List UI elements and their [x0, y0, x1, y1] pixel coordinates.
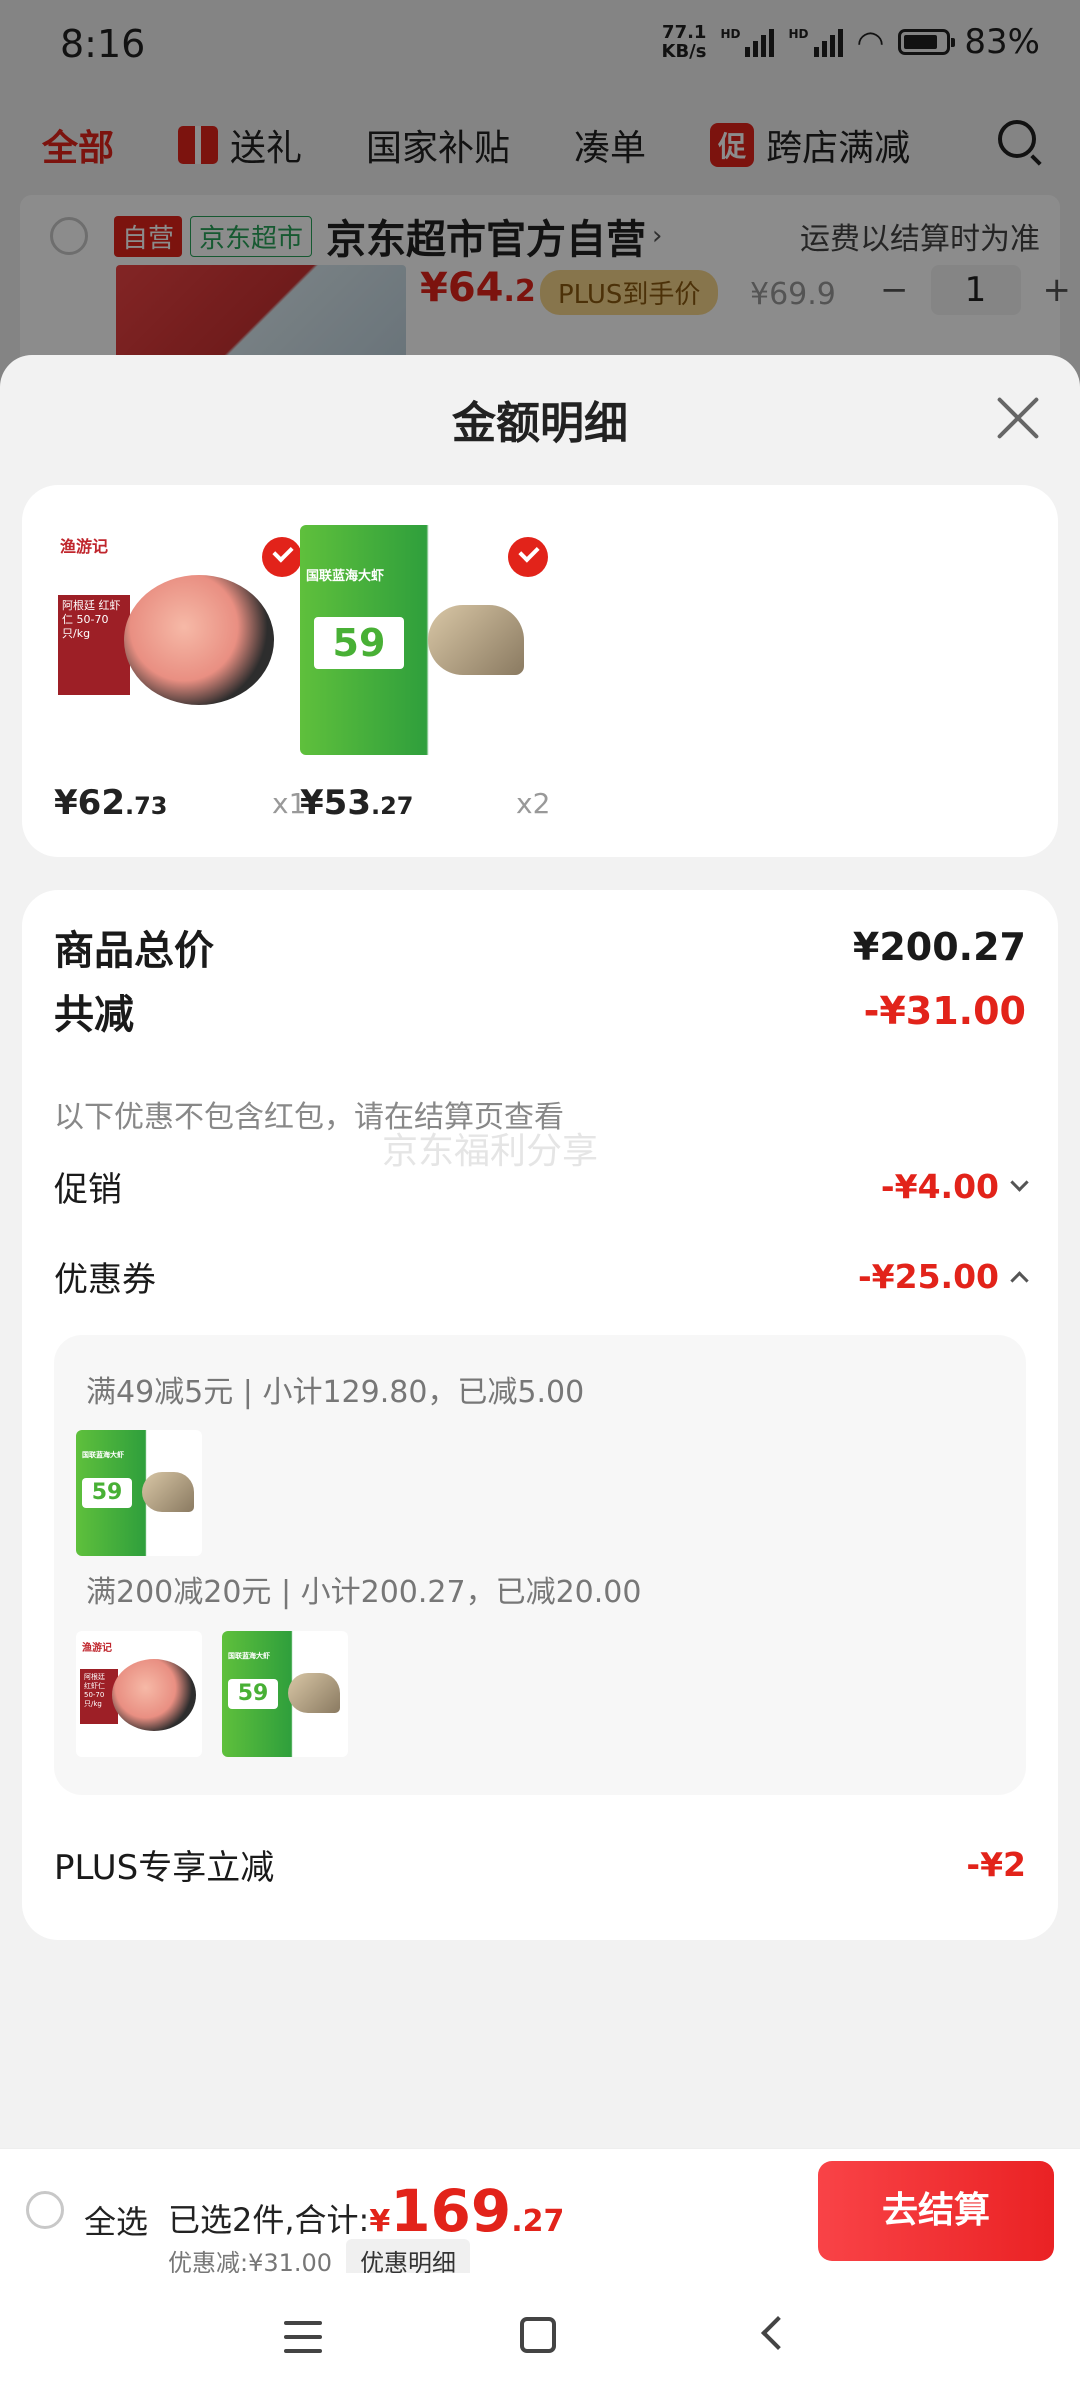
plus-discount-row: PLUS专享立减 -¥2	[54, 1840, 1026, 1889]
total-int: 169	[390, 2177, 512, 2245]
home-icon[interactable]	[520, 2317, 556, 2353]
select-all-radio[interactable]	[26, 2191, 64, 2229]
reduce-label: 共减	[54, 992, 134, 1038]
thumb-brand-logo: 渔游记	[82, 1643, 112, 1654]
product-image-1: 渔游记 阿根廷 红虾仁 50-70只/kg	[54, 525, 284, 755]
thumb-banner-label: 国联蓝海大虾	[82, 1451, 124, 1459]
thumb-shrimp-photo	[142, 1472, 194, 1512]
brand-logo: 渔游记	[60, 537, 109, 556]
coupon-value: -¥25.00	[857, 1257, 999, 1296]
checkout-total: ¥169.27	[369, 2177, 564, 2245]
shrimp-photo	[428, 605, 524, 675]
product-banner-label: 国联蓝海大虾	[306, 569, 385, 584]
total-label: 商品总价	[54, 928, 214, 974]
coupon-line-2: 满200减20元 | 小计200.27，已减20.00	[86, 1575, 642, 1610]
back-icon[interactable]	[761, 2316, 795, 2350]
product-price-1: ¥62.73	[54, 783, 168, 823]
total-value: ¥200.27	[852, 925, 1026, 969]
thumb-banner-price: 59	[82, 1478, 132, 1508]
thumb-plate-image	[112, 1659, 196, 1731]
check-icon[interactable]	[262, 537, 302, 577]
selected-summary: 已选2件,合计: ¥169.27	[168, 2177, 564, 2245]
amount-detail-sheet: 金额明细 渔游记 阿根廷 红虾仁 50-70只/kg ¥62.73 x1 国联蓝…	[0, 355, 1080, 2270]
green-product-image: 国联蓝海大虾 59	[300, 525, 530, 755]
product-banner-price: 59	[314, 617, 404, 669]
promo-label: 促销	[54, 1170, 122, 1210]
thumb-green-image-2: 国联蓝海大虾 59	[222, 1631, 348, 1757]
close-icon[interactable]	[994, 395, 1040, 441]
product-image-2: 国联蓝海大虾 59	[300, 525, 530, 755]
coupon-row[interactable]: 优惠券 -¥25.00	[54, 1252, 1029, 1301]
total-row: 商品总价 ¥200.27	[54, 918, 1026, 976]
chevron-down-icon	[1010, 1173, 1029, 1192]
promo-value-wrap: -¥4.00	[880, 1167, 1029, 1206]
sheet-title: 金额明细	[452, 398, 628, 449]
selected-products-card: 渔游记 阿根廷 红虾仁 50-70只/kg ¥62.73 x1 国联蓝海大虾 5…	[22, 485, 1058, 857]
total-yen: ¥	[369, 2204, 391, 2239]
coupon-product-thumb-2[interactable]: 渔游记 阿根廷 红虾仁 50-70只/kg	[76, 1631, 202, 1757]
plate-image	[124, 575, 274, 705]
coupon-value-wrap: -¥25.00	[857, 1257, 1029, 1296]
check-icon-2[interactable]	[508, 537, 548, 577]
price-dec: .73	[124, 792, 168, 820]
price-dec-2: .27	[370, 792, 414, 820]
plus-discount-label: PLUS专享立减	[54, 1848, 275, 1888]
shrimp-image: 渔游记 阿根廷 红虾仁 50-70只/kg	[54, 525, 284, 755]
thumb-green-image: 国联蓝海大虾 59	[76, 1430, 202, 1556]
plus-discount-value: -¥2	[966, 1845, 1026, 1884]
thumb-banner-label-2: 国联蓝海大虾	[228, 1652, 270, 1660]
coupon-line-1: 满49减5元 | 小计129.80，已减5.00	[86, 1375, 585, 1410]
product-price-2: ¥53.27	[300, 783, 414, 823]
thumb-shrimp-image: 渔游记 阿根廷 红虾仁 50-70只/kg	[76, 1631, 202, 1757]
total-dec: .27	[511, 2204, 565, 2239]
selected-text: 已选2件,合计:	[168, 2201, 370, 2239]
product-qty-2: x2	[516, 787, 551, 820]
thumb-shrimp-photo-2	[288, 1673, 340, 1713]
price-int-2: ¥53	[300, 783, 371, 823]
coupon-detail-box: 满49减5元 | 小计129.80，已减5.00 国联蓝海大虾 59 满200减…	[54, 1335, 1026, 1795]
product-tag: 阿根廷 红虾仁 50-70只/kg	[58, 595, 130, 695]
thumb-banner-price-2: 59	[228, 1679, 278, 1709]
price-int: ¥62	[54, 783, 125, 823]
dim-overlay[interactable]	[0, 0, 1080, 400]
checkout-button[interactable]: 去结算	[818, 2161, 1054, 2261]
coupon-product-thumb-3[interactable]: 国联蓝海大虾 59	[222, 1631, 348, 1757]
select-all-label[interactable]: 全选	[84, 2197, 148, 2243]
price-detail-card: 商品总价 ¥200.27 共减 -¥31.00 以下优惠不包含红包，请在结算页查…	[22, 890, 1058, 1940]
reduce-value: -¥31.00	[863, 989, 1026, 1033]
system-nav-bar	[0, 2273, 1080, 2400]
chevron-up-icon	[1010, 1271, 1029, 1290]
promo-row[interactable]: 促销 -¥4.00	[54, 1162, 1029, 1211]
coupon-label: 优惠券	[54, 1260, 156, 1300]
coupon-product-thumb-1[interactable]: 国联蓝海大虾 59	[76, 1430, 202, 1556]
promo-value: -¥4.00	[880, 1167, 999, 1206]
reduce-row: 共减 -¥31.00	[54, 982, 1026, 1040]
menu-icon[interactable]	[284, 2321, 322, 2353]
background-page: 8:16 77.1 KB/s HD HD ◠ 83% 全部 送礼 国家补贴 凑单…	[0, 0, 1080, 415]
checkout-bar: 全选 已选2件,合计: ¥169.27 优惠减:¥31.00 优惠明细 去结算	[0, 2148, 1080, 2282]
